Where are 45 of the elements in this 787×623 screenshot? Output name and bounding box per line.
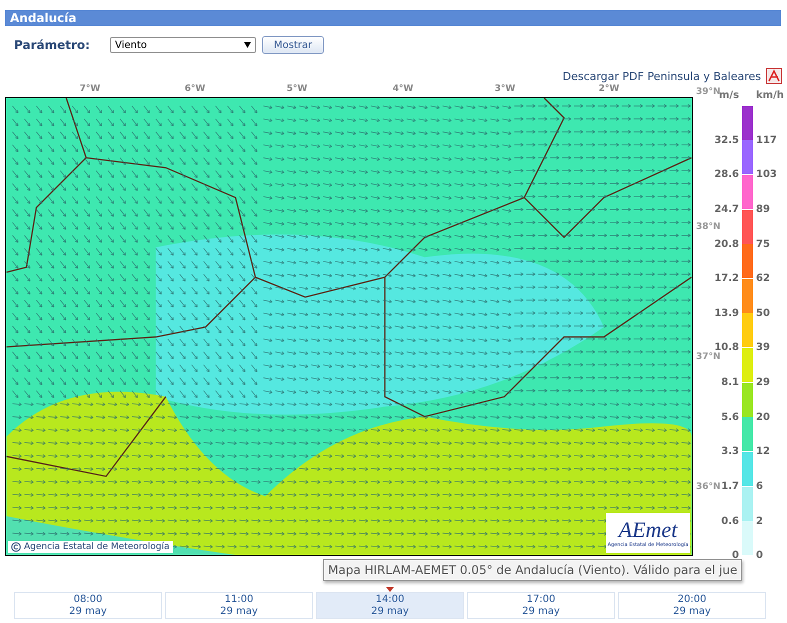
legend-value: 6 — [756, 480, 764, 492]
latitude-label: 37°N — [696, 352, 721, 362]
legend-value: 0 — [731, 549, 739, 562]
legend-value: 20 — [756, 410, 771, 423]
latitude-label: 36°N — [696, 482, 721, 492]
longitude-label: 6°W — [184, 84, 206, 94]
legend-value: 117 — [756, 134, 778, 146]
latitude-label: 38°N — [696, 222, 721, 232]
legend-value: 3.3 — [720, 445, 739, 458]
download-pdf-link[interactable]: Descargar PDF Peninsula y Baleares — [562, 70, 761, 82]
longitude-label: 2°W — [598, 84, 620, 94]
legend-value: 103 — [756, 168, 778, 180]
show-button[interactable]: Mostrar — [262, 36, 324, 54]
legend-value: 75 — [756, 238, 771, 250]
map-tooltip: Mapa HIRLAM-AEMET 0.05° de Andalucía (Viento). Válido para el jue — [323, 559, 742, 581]
time-tab[interactable]: 14:00 29 may — [316, 592, 464, 619]
latitude-label: 39°N — [696, 87, 721, 97]
legend-value: 50 — [756, 306, 771, 319]
parameter-label: Parámetro: — [14, 38, 91, 52]
section-title: Andalucía — [5, 10, 781, 26]
unit-label: m/s — [719, 90, 739, 103]
time-tab[interactable]: 17:00 29 may — [467, 592, 615, 619]
legend-value: 89 — [756, 202, 771, 215]
longitude-label: 3°W — [494, 84, 516, 94]
longitude-label: 7°W — [80, 84, 100, 94]
caret-icon — [244, 42, 251, 48]
legend-value: 0 — [756, 549, 764, 562]
parameter-select[interactable]: Viento — [110, 37, 256, 53]
legend-value: 1.7 — [720, 480, 739, 492]
pdf-icon[interactable] — [766, 68, 782, 84]
legend-value: 12 — [756, 445, 771, 458]
legend-value: 8.1 — [720, 376, 739, 388]
time-tab[interactable]: 11:00 29 may — [165, 592, 313, 619]
legend-value: 29 — [756, 376, 771, 388]
copyright-icon — [11, 542, 21, 552]
copyright-label: Agencia Estatal de Meteorología — [24, 542, 170, 552]
longitude-label: 4°W — [392, 84, 414, 94]
legend-value: 5.6 — [720, 410, 739, 423]
longitude-label: 5°W — [286, 84, 308, 94]
legend-value: 62 — [756, 272, 771, 284]
legend-value: 2 — [756, 514, 764, 527]
legend-value: 39 — [756, 341, 771, 354]
time-tab[interactable]: 08:00 29 may — [14, 592, 162, 619]
legend-value: 0.6 — [720, 514, 739, 527]
time-tab[interactable]: 20:00 29 may — [618, 592, 766, 619]
